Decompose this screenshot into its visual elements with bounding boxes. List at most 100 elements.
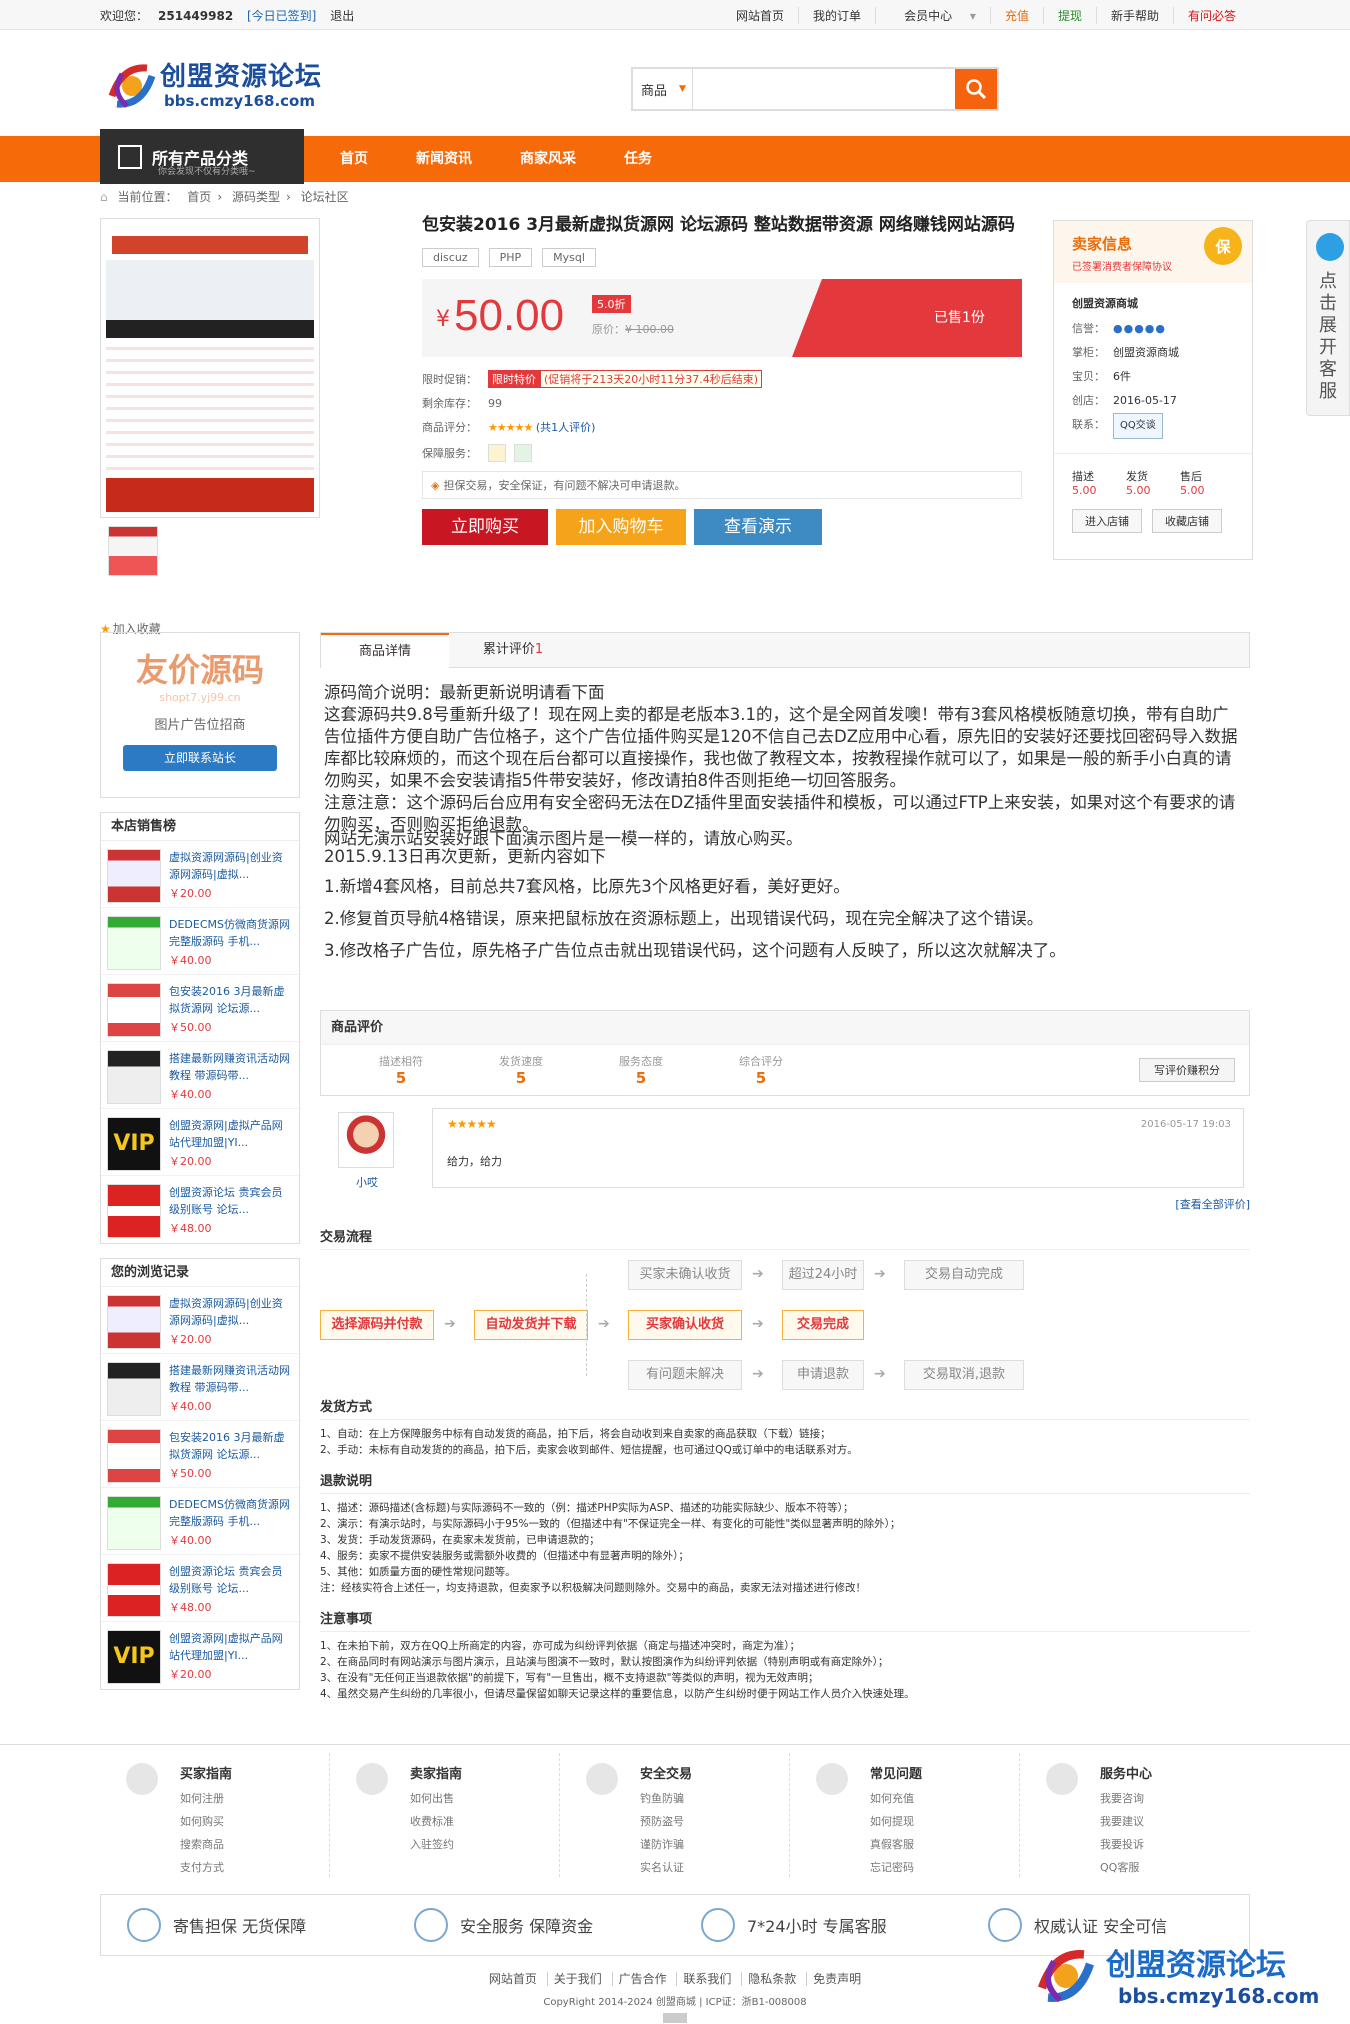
footer-link[interactable]: 我要咨询 bbox=[1100, 1787, 1144, 1810]
arrow-right-icon: ➔ bbox=[752, 1366, 764, 1382]
crumb-type[interactable]: 源码类型 bbox=[232, 190, 280, 204]
footer-link[interactable]: 入驻签约 bbox=[410, 1833, 454, 1856]
flow-step: 申请退款 bbox=[782, 1360, 864, 1390]
search-icon bbox=[966, 79, 987, 100]
ship-text: 1、自动：在上方保障服务中标有自动发货的商品，拍下后，将会自动收到来自卖家的商品… bbox=[320, 1428, 858, 1456]
nav-tasks[interactable]: 任务 bbox=[624, 136, 652, 182]
crumb-home[interactable]: 首页 bbox=[187, 190, 211, 204]
main-nav: 所有产品分类 你会发现不仅有分类哦~ 首页 新闻资讯 商家风采 任务 bbox=[0, 129, 1350, 184]
list-item[interactable]: 创盟资源论坛 贵宾会员级别账号 论坛... ￥48.00 bbox=[101, 1176, 299, 1243]
shop-name[interactable]: 创盟资源商城 bbox=[1072, 295, 1234, 311]
refund-title: 退款说明 bbox=[320, 1470, 1250, 1494]
footer-link[interactable]: 广告合作 bbox=[611, 1972, 673, 1986]
top-link-home[interactable]: 网站首页 bbox=[722, 7, 798, 24]
footer-link[interactable]: 免责声明 bbox=[806, 1972, 868, 1986]
arrow-right-icon: ➔ bbox=[752, 1316, 764, 1332]
nav-home[interactable]: 首页 bbox=[340, 136, 368, 182]
customer-service-float[interactable]: 点击展开客服 bbox=[1306, 220, 1350, 416]
footer-link[interactable]: 忘记密码 bbox=[870, 1856, 914, 1879]
list-item[interactable]: DEDECMS仿微商货源网完整版源码 手机... ￥40.00 bbox=[101, 1488, 299, 1555]
buy-now-button[interactable]: 立即购买 bbox=[422, 509, 548, 545]
notice-text: 1、在未拍下前，双方在QQ上所商定的内容，亦可成为纠纷评判依据（商定与描述冲突时… bbox=[320, 1640, 915, 1700]
signin-link[interactable]: [今日已签到] bbox=[247, 9, 316, 23]
footer-link[interactable]: 关于我们 bbox=[546, 1972, 608, 1986]
list-item[interactable]: 搭建最新网赚资讯活动网教程 带源码带... ￥40.00 bbox=[101, 1354, 299, 1421]
list-item[interactable]: 包安装2016 3月最新虚拟货源网 论坛源... ￥50.00 bbox=[101, 1421, 299, 1488]
flow-title: 交易流程 bbox=[320, 1226, 1250, 1250]
review-item: 小哎 ★★★★★ 2016-05-17 19:03 给力，给力 bbox=[320, 1096, 1250, 1192]
view-demo-button[interactable]: 查看演示 bbox=[694, 509, 822, 545]
footer-link[interactable]: 谨防诈骗 bbox=[640, 1833, 684, 1856]
logout-link[interactable]: 退出 bbox=[330, 9, 354, 23]
guarantee-note: ◈ 担保交易，安全保证，有问题不解决可申请退款。 bbox=[422, 471, 1022, 499]
enter-shop-button[interactable]: 进入店铺 bbox=[1072, 509, 1142, 533]
tag[interactable]: discuz bbox=[422, 248, 479, 267]
nav-merchants[interactable]: 商家风采 bbox=[520, 136, 576, 182]
trade-flow: 买家未确认收货 超过24小时 交易自动完成 选择源码并付款 自动发货并下载 买家… bbox=[320, 1250, 1250, 1390]
footer-link[interactable]: 我要投诉 bbox=[1100, 1833, 1144, 1856]
view-all-reviews-link[interactable]: [查看全部评价] bbox=[320, 1196, 1250, 1212]
site-logo[interactable]: 创盟资源论坛 bbs.cmzy168.com bbox=[102, 50, 322, 120]
crumb-forum[interactable]: 论坛社区 bbox=[301, 190, 349, 204]
top-link-withdraw[interactable]: 提现 bbox=[1042, 6, 1096, 24]
top-link-recharge[interactable]: 充值 bbox=[989, 6, 1043, 24]
promo-countdown: (促销将于213天20小时11分37.4秒后结束) bbox=[540, 370, 763, 388]
tab-detail[interactable]: 商品详情 bbox=[321, 633, 449, 669]
footer-link[interactable]: 网站首页 bbox=[483, 1972, 543, 1986]
footer-link[interactable]: 联系我们 bbox=[676, 1972, 738, 1986]
footer-link[interactable]: 真假客服 bbox=[870, 1833, 914, 1856]
product-image[interactable] bbox=[100, 218, 320, 518]
reviewer-name[interactable]: 小哎 bbox=[356, 1174, 378, 1190]
list-item[interactable]: VIP 创盟资源网|虚拟产品网站代理加盟|YI... ￥20.00 bbox=[101, 1622, 299, 1689]
nav-news[interactable]: 新闻资讯 bbox=[416, 136, 472, 182]
footer-link[interactable]: 如何提现 bbox=[870, 1810, 914, 1833]
footer-link[interactable]: QQ客服 bbox=[1100, 1856, 1144, 1879]
browse-history: 您的浏览记录 虚拟资源网源码|创业资源网源码|虚拟... ￥20.00 搭建最新网… bbox=[100, 1258, 300, 1690]
top-link-orders[interactable]: 我的订单 bbox=[798, 6, 875, 24]
footer-link[interactable]: 如何购买 bbox=[180, 1810, 224, 1833]
top-sellers: 本店销售榜 虚拟资源网源码|创业资源网源码|虚拟... ￥20.00 DEDECM… bbox=[100, 812, 300, 1244]
footer-link[interactable]: 支付方式 bbox=[180, 1856, 224, 1879]
footer-link[interactable]: 如何注册 bbox=[180, 1787, 224, 1810]
footer-link[interactable]: 搜索商品 bbox=[180, 1833, 224, 1856]
search-button[interactable] bbox=[955, 69, 997, 109]
thumbnail[interactable] bbox=[108, 526, 158, 576]
footer-link[interactable]: 实名认证 bbox=[640, 1856, 684, 1879]
list-item[interactable]: 搭建最新网赚资讯活动网教程 带源码带... ￥40.00 bbox=[101, 1042, 299, 1109]
search-category-select[interactable]: 商品 ▼ bbox=[633, 69, 693, 109]
list-item[interactable]: 包安装2016 3月最新虚拟货源网 论坛源... ￥50.00 bbox=[101, 975, 299, 1042]
footer-link[interactable]: 钓鱼防骗 bbox=[640, 1787, 684, 1810]
flow-step: 交易取消,退款 bbox=[904, 1360, 1024, 1390]
cnzz-badge[interactable] bbox=[663, 2013, 687, 2023]
search-input[interactable] bbox=[693, 69, 955, 109]
footer-link[interactable]: 如何出售 bbox=[410, 1787, 454, 1810]
arrow-right-icon: ➔ bbox=[444, 1316, 456, 1332]
qq-chat-button[interactable]: QQ交谈 bbox=[1113, 413, 1163, 439]
add-to-cart-button[interactable]: 加入购物车 bbox=[556, 509, 686, 545]
top-link-help[interactable]: 新手帮助 bbox=[1095, 6, 1173, 24]
contact-admin-button[interactable]: 立即联系站长 bbox=[123, 745, 277, 771]
footer-link[interactable]: 隐私条款 bbox=[741, 1972, 803, 1986]
list-item[interactable]: 虚拟资源网源码|创业资源网源码|虚拟... ￥20.00 bbox=[101, 1287, 299, 1354]
list-item[interactable]: 创盟资源论坛 贵宾会员级别账号 论坛... ￥48.00 bbox=[101, 1555, 299, 1622]
list-item[interactable]: DEDECMS仿微商货源网完整版源码 手机... ￥40.00 bbox=[101, 908, 299, 975]
lock-icon bbox=[414, 1908, 448, 1942]
top-link-qa[interactable]: 有问必答 bbox=[1172, 6, 1250, 24]
top-link-member[interactable]: 会员中心 ▾ bbox=[875, 6, 990, 24]
footer-link[interactable]: 如何充值 bbox=[870, 1787, 914, 1810]
rating-stars: ★★★★★ bbox=[488, 420, 533, 434]
all-categories-button[interactable]: 所有产品分类 你会发现不仅有分类哦~ bbox=[100, 129, 304, 184]
collect-shop-button[interactable]: 收藏店铺 bbox=[1152, 509, 1222, 533]
footer-link[interactable]: 收费标准 bbox=[410, 1810, 454, 1833]
ad-box: 友价源码 shopt7.yj99.cn 图片广告位招商 立即联系站长 bbox=[100, 632, 300, 798]
footer-link[interactable]: 预防盗号 bbox=[640, 1810, 684, 1833]
footer-link[interactable]: 我要建议 bbox=[1100, 1810, 1144, 1833]
write-review-button[interactable]: 写评价赚积分 bbox=[1139, 1058, 1235, 1082]
rating-count[interactable]: (共1人评价) bbox=[536, 419, 596, 435]
tag[interactable]: PHP bbox=[488, 248, 533, 267]
list-item[interactable]: 虚拟资源网源码|创业资源网源码|虚拟... ￥20.00 bbox=[101, 841, 299, 908]
search-bar: 商品 ▼ bbox=[631, 67, 999, 111]
list-item[interactable]: VIP 创盟资源网|虚拟产品网站代理加盟|YI... ￥20.00 bbox=[101, 1109, 299, 1176]
tag[interactable]: Mysql bbox=[542, 248, 596, 267]
tab-reviews[interactable]: 累计评价1 bbox=[449, 633, 577, 667]
